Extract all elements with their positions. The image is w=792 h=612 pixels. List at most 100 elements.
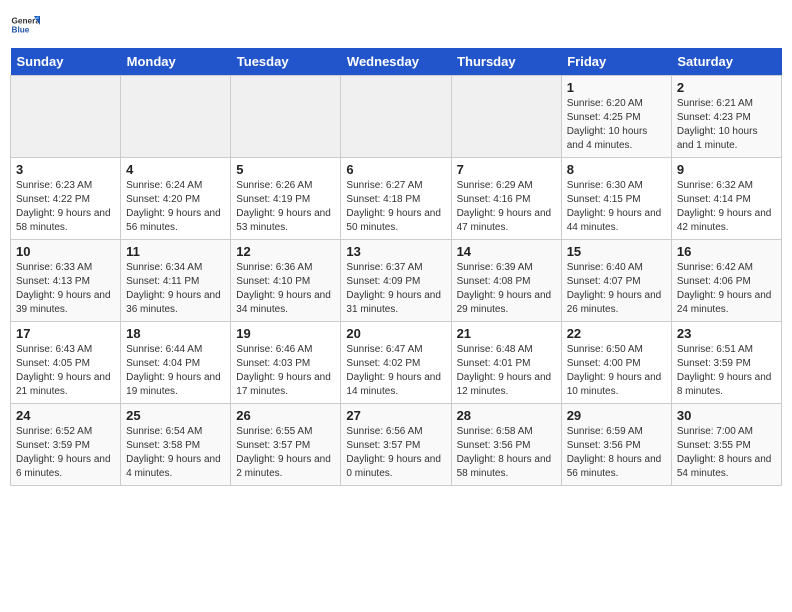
day-number: 18	[126, 326, 225, 341]
day-number: 29	[567, 408, 666, 423]
weekday-thursday: Thursday	[451, 48, 561, 76]
day-cell: 28 Sunrise: 6:58 AM Sunset: 3:56 PM Dayli…	[451, 404, 561, 486]
day-number: 8	[567, 162, 666, 177]
day-cell	[121, 76, 231, 158]
day-cell	[341, 76, 451, 158]
day-info: Sunrise: 6:30 AM Sunset: 4:15 PM Dayligh…	[567, 179, 666, 235]
day-number: 3	[16, 162, 115, 177]
day-cell: 23 Sunrise: 6:51 AM Sunset: 3:59 PM Dayli…	[671, 322, 781, 404]
day-info: Sunrise: 6:33 AM Sunset: 4:13 PM Dayligh…	[16, 261, 115, 317]
day-number: 24	[16, 408, 115, 423]
day-info: Sunrise: 6:56 AM Sunset: 3:57 PM Dayligh…	[346, 425, 445, 481]
day-number: 2	[677, 80, 776, 95]
day-info: Sunrise: 6:27 AM Sunset: 4:18 PM Dayligh…	[346, 179, 445, 235]
day-info: Sunrise: 6:20 AM Sunset: 4:25 PM Dayligh…	[567, 97, 666, 153]
day-cell: 21Sunrise: 6:48 AM Sunset: 4:01 PM Dayli…	[451, 322, 561, 404]
day-info: Sunrise: 6:43 AM Sunset: 4:05 PM Dayligh…	[16, 343, 115, 399]
svg-text:Blue: Blue	[12, 26, 30, 35]
day-info: Sunrise: 6:51 AM Sunset: 3:59 PM Dayligh…	[677, 343, 776, 399]
day-info: Sunrise: 6:37 AM Sunset: 4:09 PM Dayligh…	[346, 261, 445, 317]
day-cell: 14 Sunrise: 6:39 AM Sunset: 4:08 PM Dayli…	[451, 240, 561, 322]
day-number: 16	[677, 244, 776, 259]
day-number: 25	[126, 408, 225, 423]
logo: General Blue	[10, 10, 46, 40]
day-number: 12	[236, 244, 335, 259]
day-number: 26	[236, 408, 335, 423]
day-number: 20	[346, 326, 445, 341]
day-cell: 2 Sunrise: 6:21 AM Sunset: 4:23 PM Daylig…	[671, 76, 781, 158]
weekday-tuesday: Tuesday	[231, 48, 341, 76]
day-info: Sunrise: 6:47 AM Sunset: 4:02 PM Dayligh…	[346, 343, 445, 399]
header: General Blue	[10, 10, 782, 40]
day-number: 17	[16, 326, 115, 341]
calendar-table: SundayMondayTuesdayWednesdayThursdayFrid…	[10, 48, 782, 486]
day-number: 6	[346, 162, 445, 177]
day-cell: 5 Sunrise: 6:26 AM Sunset: 4:19 PM Daylig…	[231, 158, 341, 240]
day-info: Sunrise: 6:55 AM Sunset: 3:57 PM Dayligh…	[236, 425, 335, 481]
day-number: 5	[236, 162, 335, 177]
day-info: Sunrise: 6:46 AM Sunset: 4:03 PM Dayligh…	[236, 343, 335, 399]
weekday-saturday: Saturday	[671, 48, 781, 76]
day-info: Sunrise: 6:39 AM Sunset: 4:08 PM Dayligh…	[457, 261, 556, 317]
weekday-sunday: Sunday	[11, 48, 121, 76]
day-cell: 9Sunrise: 6:32 AM Sunset: 4:14 PM Daylig…	[671, 158, 781, 240]
day-cell: 8 Sunrise: 6:30 AM Sunset: 4:15 PM Daylig…	[561, 158, 671, 240]
weekday-friday: Friday	[561, 48, 671, 76]
weekday-wednesday: Wednesday	[341, 48, 451, 76]
day-info: Sunrise: 6:58 AM Sunset: 3:56 PM Dayligh…	[457, 425, 556, 481]
day-cell: 6 Sunrise: 6:27 AM Sunset: 4:18 PM Daylig…	[341, 158, 451, 240]
day-info: Sunrise: 6:54 AM Sunset: 3:58 PM Dayligh…	[126, 425, 225, 481]
day-cell: 17 Sunrise: 6:43 AM Sunset: 4:05 PM Dayli…	[11, 322, 121, 404]
day-number: 28	[457, 408, 556, 423]
day-number: 1	[567, 80, 666, 95]
week-row-1: 1 Sunrise: 6:20 AM Sunset: 4:25 PM Daylig…	[11, 76, 782, 158]
day-cell: 22 Sunrise: 6:50 AM Sunset: 4:00 PM Dayli…	[561, 322, 671, 404]
day-cell	[11, 76, 121, 158]
day-cell: 27 Sunrise: 6:56 AM Sunset: 3:57 PM Dayli…	[341, 404, 451, 486]
day-number: 22	[567, 326, 666, 341]
day-info: Sunrise: 6:26 AM Sunset: 4:19 PM Dayligh…	[236, 179, 335, 235]
weekday-monday: Monday	[121, 48, 231, 76]
day-info: Sunrise: 6:21 AM Sunset: 4:23 PM Dayligh…	[677, 97, 776, 153]
day-number: 14	[457, 244, 556, 259]
day-cell: 16 Sunrise: 6:42 AM Sunset: 4:06 PM Dayli…	[671, 240, 781, 322]
day-cell: 11 Sunrise: 6:34 AM Sunset: 4:11 PM Dayli…	[121, 240, 231, 322]
day-info: Sunrise: 6:40 AM Sunset: 4:07 PM Dayligh…	[567, 261, 666, 317]
week-row-3: 10 Sunrise: 6:33 AM Sunset: 4:13 PM Dayli…	[11, 240, 782, 322]
day-number: 4	[126, 162, 225, 177]
day-cell: 7 Sunrise: 6:29 AM Sunset: 4:16 PM Daylig…	[451, 158, 561, 240]
day-number: 9	[677, 162, 776, 177]
day-cell: 25 Sunrise: 6:54 AM Sunset: 3:58 PM Dayli…	[121, 404, 231, 486]
day-info: Sunrise: 6:50 AM Sunset: 4:00 PM Dayligh…	[567, 343, 666, 399]
day-info: Sunrise: 6:36 AM Sunset: 4:10 PM Dayligh…	[236, 261, 335, 317]
day-cell: 12 Sunrise: 6:36 AM Sunset: 4:10 PM Dayli…	[231, 240, 341, 322]
day-info: Sunrise: 6:42 AM Sunset: 4:06 PM Dayligh…	[677, 261, 776, 317]
day-number: 27	[346, 408, 445, 423]
day-info: Sunrise: 6:23 AM Sunset: 4:22 PM Dayligh…	[16, 179, 115, 235]
day-number: 23	[677, 326, 776, 341]
day-cell: 20 Sunrise: 6:47 AM Sunset: 4:02 PM Dayli…	[341, 322, 451, 404]
logo-icon: General Blue	[10, 10, 40, 40]
day-cell: 30Sunrise: 7:00 AM Sunset: 3:55 PM Dayli…	[671, 404, 781, 486]
day-info: Sunrise: 6:52 AM Sunset: 3:59 PM Dayligh…	[16, 425, 115, 481]
day-number: 11	[126, 244, 225, 259]
day-cell: 18 Sunrise: 6:44 AM Sunset: 4:04 PM Dayli…	[121, 322, 231, 404]
week-row-4: 17 Sunrise: 6:43 AM Sunset: 4:05 PM Dayli…	[11, 322, 782, 404]
day-number: 13	[346, 244, 445, 259]
day-number: 10	[16, 244, 115, 259]
day-info: Sunrise: 6:24 AM Sunset: 4:20 PM Dayligh…	[126, 179, 225, 235]
day-number: 30	[677, 408, 776, 423]
day-number: 7	[457, 162, 556, 177]
day-cell: 15 Sunrise: 6:40 AM Sunset: 4:07 PM Dayli…	[561, 240, 671, 322]
day-cell: 3 Sunrise: 6:23 AM Sunset: 4:22 PM Daylig…	[11, 158, 121, 240]
day-number: 21	[457, 326, 556, 341]
day-info: Sunrise: 6:44 AM Sunset: 4:04 PM Dayligh…	[126, 343, 225, 399]
day-cell: 13 Sunrise: 6:37 AM Sunset: 4:09 PM Dayli…	[341, 240, 451, 322]
day-cell: 24 Sunrise: 6:52 AM Sunset: 3:59 PM Dayli…	[11, 404, 121, 486]
day-info: Sunrise: 6:34 AM Sunset: 4:11 PM Dayligh…	[126, 261, 225, 317]
day-number: 15	[567, 244, 666, 259]
day-cell	[451, 76, 561, 158]
day-info: Sunrise: 6:29 AM Sunset: 4:16 PM Dayligh…	[457, 179, 556, 235]
day-info: Sunrise: 6:59 AM Sunset: 3:56 PM Dayligh…	[567, 425, 666, 481]
week-row-2: 3 Sunrise: 6:23 AM Sunset: 4:22 PM Daylig…	[11, 158, 782, 240]
